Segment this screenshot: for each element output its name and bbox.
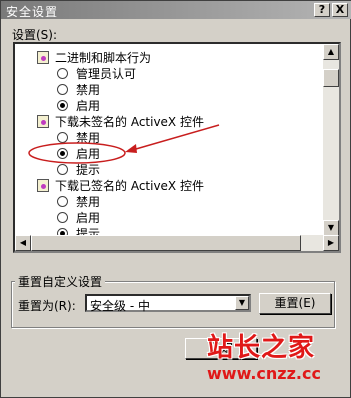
settings-option[interactable]: 禁用 xyxy=(57,81,100,97)
chevron-down-icon[interactable]: ▼ xyxy=(235,296,249,310)
category-icon xyxy=(37,114,49,128)
option-label: 管理员认可 xyxy=(76,66,137,81)
settings-option[interactable]: 禁用 xyxy=(57,129,100,145)
horizontal-scroll-thumb[interactable] xyxy=(31,235,301,251)
settings-option[interactable]: 提示 xyxy=(57,161,100,177)
watermark-url: www.cnzz.cc xyxy=(207,364,321,383)
window-title: 安全设置 xyxy=(6,5,59,19)
settings-option[interactable]: 启用 xyxy=(57,97,100,113)
option-label: 启用 xyxy=(76,98,101,113)
reset-level-select[interactable]: 安全级 - 中 ▼ xyxy=(85,294,251,313)
settings-list[interactable]: 二进制和脚本行为 管理员认可 禁用 启用 下载未签名的 ActiveX 控件 禁用 启用 提示… xyxy=(13,42,341,253)
watermark-logo: 站长之家 xyxy=(207,333,316,363)
radio-button[interactable] xyxy=(57,99,68,111)
radio-button[interactable] xyxy=(57,211,68,223)
security-settings-dialog: 安全设置 ? X 设置(S): 二进制和脚本行为 管理员认可 禁用 启用 下载未签名的 … xyxy=(0,0,351,398)
option-label: 禁用 xyxy=(76,82,101,97)
reset-to-label: 重置为(R): xyxy=(18,299,76,313)
scroll-down-button[interactable]: ▼ xyxy=(323,220,339,236)
category-icon xyxy=(37,50,49,64)
settings-category: 下载未签名的 ActiveX 控件 xyxy=(37,113,204,129)
settings-category: 下载已签名的 ActiveX 控件 xyxy=(37,177,204,193)
settings-category: 二进制和脚本行为 xyxy=(37,49,151,65)
settings-label: 设置(S): xyxy=(12,28,58,42)
scroll-right-button[interactable]: ▶ xyxy=(323,235,339,251)
reset-button[interactable]: 重置(E) xyxy=(259,293,331,314)
category-label: 下载未签名的 ActiveX 控件 xyxy=(55,114,204,129)
option-label: 启用 xyxy=(76,146,101,161)
category-label: 二进制和脚本行为 xyxy=(55,50,152,65)
horizontal-scrollbar[interactable]: ◀ ▶ xyxy=(15,235,339,251)
option-label: 禁用 xyxy=(76,130,101,145)
settings-option[interactable]: 启用 xyxy=(57,145,100,161)
scroll-up-button[interactable]: ▲ xyxy=(323,44,339,60)
radio-button[interactable] xyxy=(57,195,68,207)
radio-button[interactable] xyxy=(57,131,68,143)
option-label: 禁用 xyxy=(76,194,101,209)
category-label: 下载已签名的 ActiveX 控件 xyxy=(55,178,204,193)
category-icon xyxy=(37,178,49,192)
reset-level-value: 安全级 - 中 xyxy=(90,299,150,313)
settings-option[interactable]: 禁用 xyxy=(57,193,100,209)
scroll-left-button[interactable]: ◀ xyxy=(15,235,31,251)
settings-option[interactable]: 启用 xyxy=(57,209,100,225)
title-bar: 安全设置 ? X xyxy=(1,1,351,19)
radio-button[interactable] xyxy=(57,83,68,95)
reset-group-legend: 重置自定义设置 xyxy=(15,273,106,290)
option-label: 提示 xyxy=(76,162,101,177)
close-button[interactable]: X xyxy=(332,3,348,17)
option-label: 启用 xyxy=(76,210,101,225)
radio-button[interactable] xyxy=(57,163,68,175)
help-button[interactable]: ? xyxy=(314,3,330,17)
radio-button[interactable] xyxy=(57,67,68,79)
vertical-scroll-thumb[interactable] xyxy=(323,69,339,87)
radio-button[interactable] xyxy=(57,147,68,159)
vertical-scrollbar[interactable]: ▲ ▼ xyxy=(323,44,339,236)
settings-option[interactable]: 管理员认可 xyxy=(57,65,136,81)
